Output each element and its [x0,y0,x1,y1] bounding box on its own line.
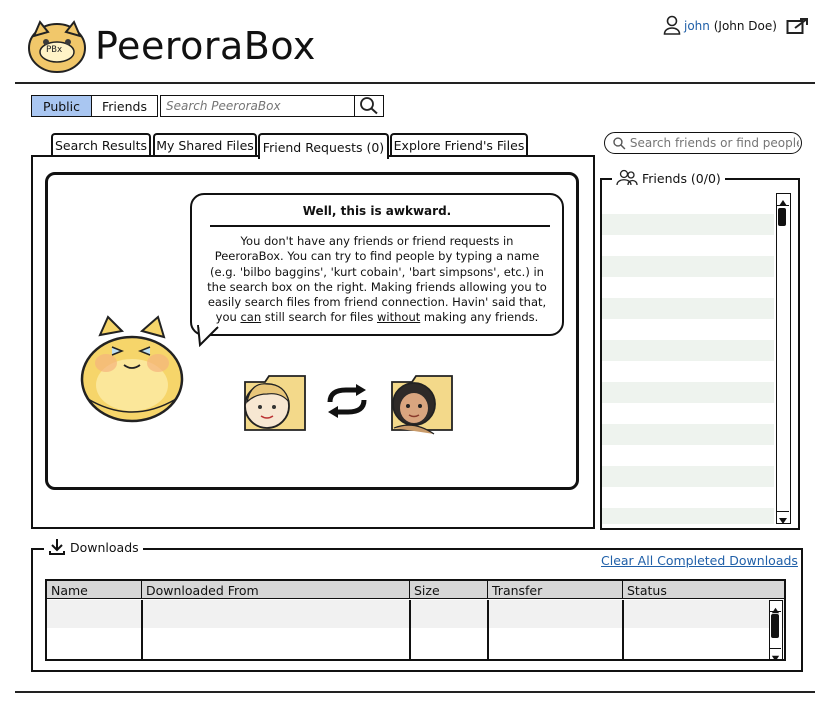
message-line: PeeroraBox. You can try to find people b… [214,249,540,264]
scroll-down-icon[interactable] [777,511,789,524]
scroll-thumb[interactable] [778,208,786,226]
speech-bubble-tail [194,323,220,348]
header-divider [15,82,815,84]
swap-arrows-icon [322,384,372,418]
column-header-downloaded-from[interactable]: Downloaded From [142,581,410,599]
downloads-table-header: Name Downloaded From Size Transfer Statu… [47,581,784,599]
message-line: the search box on the right. Making frie… [207,279,547,294]
logout-icon[interactable] [786,17,810,35]
message-line: you can still search for files without m… [215,310,539,325]
scroll-up-icon[interactable] [777,194,789,206]
tab-my-shared-files[interactable]: My Shared Files [153,133,257,156]
column-header-status[interactable]: Status [623,581,784,599]
search-icon [360,97,378,115]
search-input[interactable] [160,95,356,117]
table-row [47,600,784,628]
table-row [47,628,784,659]
message-line: easily search files from friend connecti… [207,295,547,310]
tab-friend-requests[interactable]: Friend Requests (0) [258,133,389,159]
app-title: PeeroraBox [95,24,316,68]
friend-search-box[interactable] [604,132,802,154]
message-title: Well, this is awkward. [302,204,452,218]
clear-completed-downloads-link[interactable]: Clear All Completed Downloads [601,553,798,568]
user-info: john (John Doe) [684,19,777,33]
message-divider [210,225,550,227]
user-icon [663,15,681,35]
user-full-name: (John Doe) [713,19,777,33]
scroll-up-icon[interactable] [770,601,781,614]
scope-friends-button[interactable]: Friends [91,95,158,117]
app-logo-badge: PBx [46,45,63,55]
scroll-thumb[interactable] [771,614,779,638]
emphasis-without: without [377,310,421,325]
tab-search-results[interactable]: Search Results [51,133,151,156]
message-body: You don't have any friends or friend req… [192,234,562,326]
footer-divider [15,691,815,693]
friends-panel-label: Friends (0/0) [612,168,725,188]
message-line: You don't have any friends or friend req… [240,234,514,248]
username-link[interactable]: john [684,19,710,33]
downloads-table: Name Downloaded From Size Transfer Statu… [45,579,786,661]
column-header-name[interactable]: Name [47,581,142,599]
column-header-size[interactable]: Size [410,581,488,599]
tab-explore-friends-files[interactable]: Explore Friend's Files [390,133,528,156]
friends-group-icon [616,169,638,186]
friends-scrollbar[interactable] [776,193,791,524]
friend-avatar-boy-icon [241,374,311,436]
message-line: (e.g. 'bilbo baggins', 'kurt cobain', 'b… [210,264,544,279]
scope-public-button[interactable]: Public [31,95,92,117]
search-icon [613,137,626,150]
friend-search-input[interactable] [627,136,801,150]
downloads-label: Downloads [44,537,143,557]
downloads-scrollbar[interactable] [769,600,783,659]
mascot-cat-icon [78,315,188,425]
column-header-transfer[interactable]: Transfer [488,581,623,599]
download-icon [49,539,65,555]
search-button[interactable] [354,95,384,117]
friends-count-label: Friends (0/0) [642,170,721,186]
emphasis-can: can [240,310,262,325]
friends-panel [600,178,800,530]
scroll-down-icon[interactable] [770,648,781,659]
friend-avatar-girl-icon [388,374,458,438]
